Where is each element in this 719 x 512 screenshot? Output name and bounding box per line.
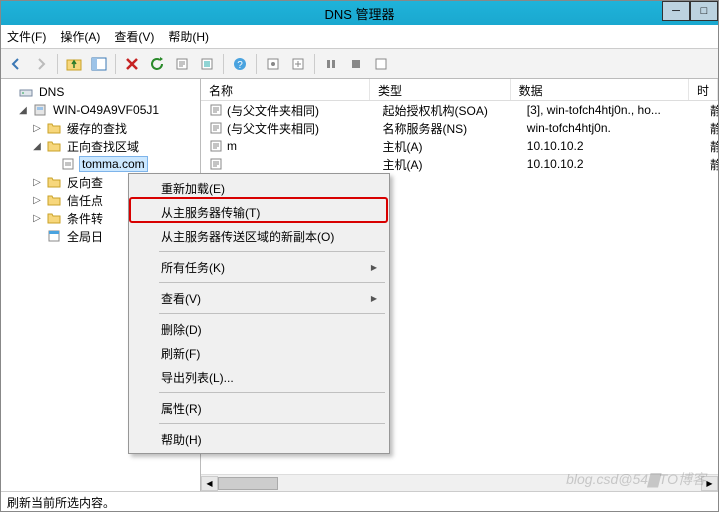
- title-bar: DNS 管理器 ─ □: [1, 1, 718, 25]
- ctx-delete[interactable]: 删除(D): [131, 317, 387, 341]
- minimize-button[interactable]: ─: [662, 1, 690, 21]
- record-icon: [209, 103, 223, 117]
- cell-data: win-tofch4htj0n.: [519, 121, 702, 135]
- back-button[interactable]: [5, 53, 27, 75]
- refresh-button[interactable]: [146, 53, 168, 75]
- record-icon: [209, 121, 223, 135]
- start-button[interactable]: [320, 53, 342, 75]
- menu-bar: 文件(F) 操作(A) 查看(V) 帮助(H): [1, 25, 718, 49]
- properties-button[interactable]: [196, 53, 218, 75]
- col-header-type[interactable]: 类型: [370, 79, 511, 100]
- stop-button[interactable]: [345, 53, 367, 75]
- cell-type: 起始授权机构(SOA): [374, 102, 518, 119]
- dns-icon: [18, 84, 34, 100]
- ctx-help[interactable]: 帮助(H): [131, 427, 387, 451]
- ctx-reload[interactable]: 重新加载(E): [131, 176, 387, 200]
- menu-action[interactable]: 操作(A): [60, 28, 100, 45]
- cell-data: 10.10.10.2: [519, 139, 702, 153]
- show-hide-tree-button[interactable]: [88, 53, 110, 75]
- tree-forward-zones[interactable]: ◢ 正向查找区域: [3, 137, 198, 155]
- svg-text:?: ?: [237, 60, 243, 71]
- tree-cache[interactable]: ▷ 缓存的查找: [3, 119, 198, 137]
- folder-icon: [46, 120, 62, 136]
- ctx-transfer[interactable]: 从主服务器传输(T): [131, 200, 387, 224]
- list-header: 名称 类型 数据 时: [201, 79, 718, 101]
- restart-button[interactable]: [370, 53, 392, 75]
- scroll-thumb[interactable]: [218, 477, 278, 490]
- ctx-separator: [159, 423, 385, 424]
- cell-time: 静态: [702, 156, 718, 173]
- toolbar: ?: [1, 49, 718, 79]
- folder-icon: [46, 192, 62, 208]
- server-icon: [32, 102, 48, 118]
- cell-name: m: [227, 139, 237, 153]
- cell-time: 静态: [702, 120, 718, 137]
- log-icon: [46, 228, 62, 244]
- expand-icon[interactable]: ▷: [31, 123, 43, 134]
- cell-name: (与父文件夹相同): [227, 102, 319, 119]
- expand-icon[interactable]: ◢: [31, 141, 43, 152]
- cell-time: 静态: [702, 138, 718, 155]
- horizontal-scrollbar[interactable]: ◀ ▶: [201, 474, 718, 491]
- expand-icon[interactable]: ▷: [31, 195, 43, 206]
- delete-button[interactable]: [121, 53, 143, 75]
- ctx-separator: [159, 313, 385, 314]
- expand-icon[interactable]: ▷: [31, 213, 43, 224]
- context-menu: 重新加载(E) 从主服务器传输(T) 从主服务器传送区域的新副本(O) 所有任务…: [128, 173, 390, 454]
- window-title: DNS 管理器: [324, 4, 394, 23]
- expand-icon[interactable]: ▷: [31, 177, 43, 188]
- cell-data: 10.10.10.2: [519, 157, 702, 171]
- scroll-left-button[interactable]: ◀: [201, 476, 218, 491]
- tree-zone-tomma[interactable]: tomma.com: [3, 155, 198, 173]
- up-button[interactable]: [63, 53, 85, 75]
- ctx-separator: [159, 282, 385, 283]
- list-row[interactable]: (与父文件夹相同) 名称服务器(NS)win-tofch4htj0n.静态: [201, 119, 718, 137]
- scroll-track[interactable]: [218, 476, 701, 491]
- tree-server[interactable]: ◢ WIN-O49A9VF05J1: [3, 101, 198, 119]
- menu-file[interactable]: 文件(F): [7, 28, 46, 45]
- ctx-properties[interactable]: 属性(R): [131, 396, 387, 420]
- window-controls: ─ □: [662, 1, 718, 21]
- export-button[interactable]: [171, 53, 193, 75]
- menu-help[interactable]: 帮助(H): [168, 28, 209, 45]
- record-icon: [209, 139, 223, 153]
- ctx-all-tasks[interactable]: 所有任务(K): [131, 255, 387, 279]
- folder-icon: [46, 210, 62, 226]
- expand-icon[interactable]: ◢: [17, 105, 29, 116]
- zone-icon: [60, 156, 76, 172]
- help-button[interactable]: ?: [229, 53, 251, 75]
- ctx-new-copy[interactable]: 从主服务器传送区域的新副本(O): [131, 224, 387, 248]
- list-row[interactable]: m 主机(A)10.10.10.2静态: [201, 137, 718, 155]
- col-header-name[interactable]: 名称: [201, 79, 370, 100]
- ctx-refresh[interactable]: 刷新(F): [131, 341, 387, 365]
- new-button[interactable]: [287, 53, 309, 75]
- col-header-time[interactable]: 时: [689, 79, 718, 100]
- cell-name: (与父文件夹相同): [227, 120, 319, 137]
- cell-type: 主机(A): [374, 156, 518, 173]
- forward-button[interactable]: [30, 53, 52, 75]
- menu-view[interactable]: 查看(V): [114, 28, 154, 45]
- maximize-button[interactable]: □: [690, 1, 718, 21]
- ctx-view[interactable]: 查看(V): [131, 286, 387, 310]
- record-icon: [209, 157, 223, 171]
- tree-root-dns[interactable]: DNS: [3, 83, 198, 101]
- list-row[interactable]: (与父文件夹相同) 起始授权机构(SOA)[3], win-tofch4htj0n…: [201, 101, 718, 119]
- cell-data: [3], win-tofch4htj0n., ho...: [519, 103, 702, 117]
- scroll-right-button[interactable]: ▶: [701, 476, 718, 491]
- folder-icon: [46, 174, 62, 190]
- ctx-separator: [159, 392, 385, 393]
- status-text: 刷新当前所选内容。: [7, 496, 115, 510]
- cell-type: 主机(A): [374, 138, 518, 155]
- filter-button[interactable]: [262, 53, 284, 75]
- col-header-data[interactable]: 数据: [511, 79, 689, 100]
- cell-time: 静态: [702, 102, 718, 119]
- folder-icon: [46, 138, 62, 154]
- status-bar: 刷新当前所选内容。: [1, 491, 718, 511]
- ctx-export[interactable]: 导出列表(L)...: [131, 365, 387, 389]
- cell-type: 名称服务器(NS): [374, 120, 518, 137]
- list-row[interactable]: 主机(A)10.10.10.2静态: [201, 155, 718, 173]
- ctx-separator: [159, 251, 385, 252]
